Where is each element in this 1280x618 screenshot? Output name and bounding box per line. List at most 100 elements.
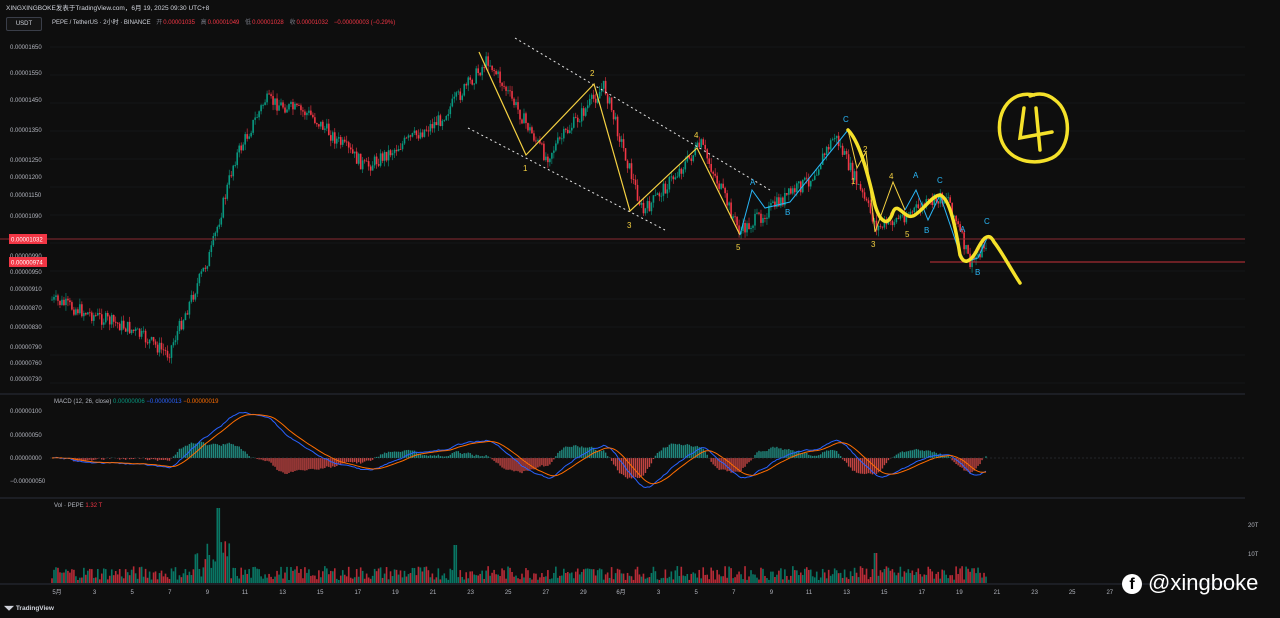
volume-bar (114, 571, 117, 583)
macd-hist-bar (266, 458, 268, 461)
volume-bar (154, 571, 157, 583)
candle-body (594, 98, 597, 103)
candle-body (292, 102, 294, 110)
volume-bar (280, 566, 282, 583)
candle-body (106, 312, 109, 317)
macd-legend[interactable]: MACD (12, 26, close) 0.00000006 −0.00000… (54, 399, 218, 405)
volume-legend[interactable]: Vol · PEPE 1.32 T (54, 503, 102, 509)
candle-body (330, 135, 332, 141)
macd-hist-bar (220, 445, 222, 458)
macd-hist-bar (316, 458, 318, 470)
candle-body (379, 153, 382, 166)
volume-bar (387, 579, 390, 583)
candle-body (276, 98, 278, 111)
volume-axis[interactable]: 20T 10T (1248, 523, 1259, 558)
volume-bar (423, 567, 426, 583)
volume-bar (533, 573, 535, 583)
candle-body (825, 146, 828, 155)
macd-axis[interactable]: 0.00000100 0.00000050 0.00000000 −0.0000… (10, 409, 46, 485)
candle-body (505, 86, 507, 91)
candle-body (318, 124, 320, 127)
volume-bar (156, 579, 159, 583)
symbol-legend[interactable]: PEPE / TetherUS · 2小时 · BINANCE 开0.00001… (52, 17, 395, 27)
candle-body (326, 123, 328, 129)
candle-body (640, 202, 643, 205)
currency-button[interactable]: USDT (6, 17, 42, 31)
volume-bar (736, 574, 738, 583)
macd-hist-bar (816, 455, 818, 458)
symbol-name[interactable]: PEPE / TetherUS · 2小时 · BINANCE (52, 20, 151, 26)
candle-body (798, 181, 800, 184)
chart-canvas[interactable]: 2 1 3 4 5 2 1 4 3 5 C B A A B C A B C 0.… (0, 0, 1280, 618)
macd-hist-bar (246, 453, 248, 458)
time-axis[interactable]: 5月 3 5 7 9 11 13 15 17 19 21 23 25 27 29 6月 3 5 7 9 11 13 15 17… (52, 589, 1113, 596)
volume-bar (710, 567, 712, 583)
macd-hist-bar (636, 458, 639, 479)
volume-bar (102, 568, 105, 583)
volume-bar (182, 573, 185, 583)
macd-hist-bar (300, 458, 302, 471)
candle-body (632, 179, 635, 180)
candle-body (411, 133, 414, 137)
wave-label: 3 (627, 221, 632, 230)
time-tick: 5 (695, 590, 699, 596)
candle-body (278, 105, 280, 111)
macd-hist-bar (276, 458, 278, 470)
macd-hist-bar (208, 444, 211, 458)
volume-bar (596, 570, 599, 583)
abc-wave-lines[interactable] (739, 129, 849, 236)
volume-bar (578, 574, 581, 583)
volume-bar (543, 576, 545, 583)
volume-bar (965, 566, 967, 583)
macd-hist-bar (222, 443, 224, 458)
macd-hist-bar (375, 456, 378, 458)
volume-bar (487, 566, 489, 583)
macd-hist-bar (863, 458, 866, 475)
volume-bar (409, 572, 412, 583)
candle-body (582, 108, 585, 116)
candle-body (839, 145, 842, 147)
candle-body (61, 299, 63, 305)
candle-body (439, 115, 442, 127)
candle-body (164, 350, 167, 351)
candle-body (915, 204, 918, 208)
tradingview-footer[interactable]: ◥◤ TradingView (4, 604, 54, 612)
volume-bar (83, 567, 85, 583)
candle-body (720, 183, 722, 189)
volume-bar (383, 573, 386, 583)
macd-hist-bar (581, 446, 583, 458)
candle-body (662, 183, 665, 196)
macd-hist-bar (788, 449, 790, 458)
candle-body (427, 130, 430, 132)
volume-bar (431, 573, 434, 583)
candle-body (174, 340, 177, 343)
volume-bar (654, 571, 657, 583)
volume-bar (839, 572, 842, 583)
macd-hist-bar (933, 451, 935, 458)
macd-hist-bar (561, 449, 563, 458)
candle-body (160, 342, 163, 350)
candle-body (602, 80, 605, 89)
candle-body (449, 106, 452, 115)
volume-bar (563, 568, 565, 583)
volume-bar (656, 579, 659, 583)
candle-body (349, 147, 352, 150)
volume-bar (788, 579, 790, 583)
candle-body (375, 156, 378, 165)
volume-bar (345, 576, 348, 583)
macd-hist-bar (674, 443, 677, 458)
volume-bar (449, 568, 452, 583)
candle-body (841, 145, 844, 155)
candle-body (320, 121, 322, 127)
volume-bar (411, 567, 414, 583)
macd-hist-bar (260, 458, 262, 460)
channel-upper-line[interactable] (514, 37, 771, 191)
wave-4-annotation[interactable] (997, 92, 1070, 164)
price-axis[interactable]: 0.00001650 0.00001550 0.00001450 0.00001… (10, 45, 42, 383)
candle-body (391, 153, 394, 156)
volume-bar (943, 570, 945, 583)
volume-bar (170, 568, 173, 583)
candle-body (491, 65, 493, 71)
candle-body (523, 113, 525, 124)
candle-body (760, 213, 762, 223)
